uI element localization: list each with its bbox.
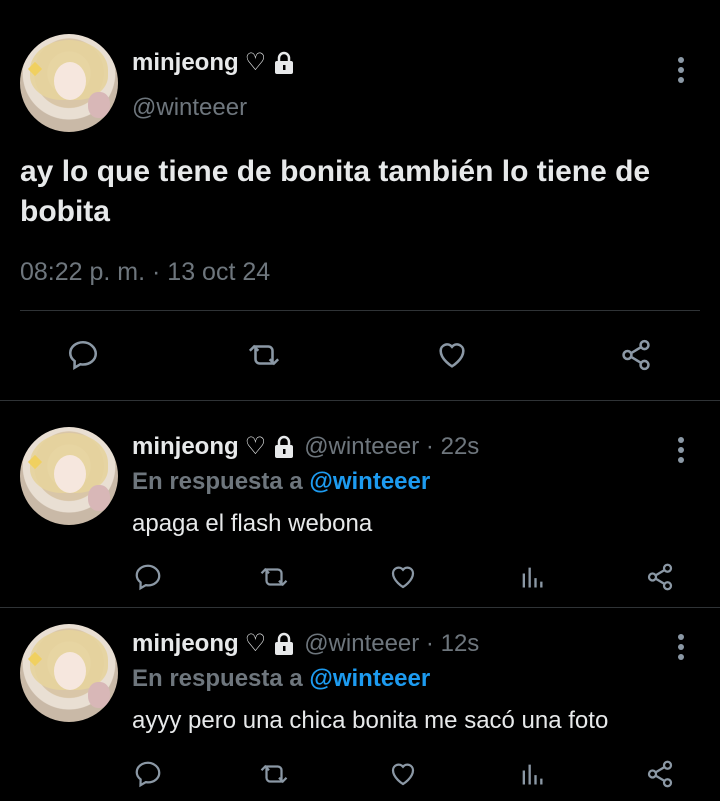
- more-icon[interactable]: [678, 437, 684, 467]
- avatar[interactable]: [20, 624, 118, 722]
- more-icon[interactable]: [678, 57, 684, 87]
- lock-icon: [272, 632, 296, 656]
- author-handle-time[interactable]: @winteeer · 22s: [304, 433, 479, 461]
- avatar-face: [54, 455, 86, 493]
- avatar-bear: [88, 682, 110, 708]
- author-name[interactable]: minjeong: [132, 433, 239, 461]
- share-icon[interactable]: [618, 338, 654, 372]
- reply-prefix: En respuesta a: [132, 468, 303, 495]
- lock-icon: [272, 435, 296, 459]
- like-icon[interactable]: [387, 562, 419, 592]
- more-icon[interactable]: [678, 634, 684, 664]
- tweet-timestamp[interactable]: 08:22 p. m. · 13 oct 24: [20, 258, 270, 287]
- heart-symbol: ♡: [244, 49, 267, 76]
- tweet-text: ay lo que tiene de bonita también lo tie…: [20, 155, 651, 228]
- divider: [20, 310, 700, 311]
- reply-context: En respuesta a @winteeer: [132, 665, 430, 693]
- author-row: minjeong ♡: [132, 48, 296, 77]
- author-name[interactable]: minjeong: [132, 49, 239, 77]
- avatar-face: [54, 62, 86, 100]
- retweet-icon[interactable]: [258, 759, 290, 789]
- like-icon[interactable]: [434, 338, 470, 372]
- like-icon[interactable]: [387, 759, 419, 789]
- author-name[interactable]: minjeong: [132, 630, 239, 658]
- reply-header: minjeong ♡ @winteeer · 22s: [132, 432, 479, 461]
- reply-prefix: En respuesta a: [132, 665, 303, 692]
- avatar[interactable]: [20, 34, 118, 132]
- avatar-bear: [88, 485, 110, 511]
- comment-icon[interactable]: [133, 759, 163, 789]
- analytics-icon[interactable]: [518, 562, 546, 592]
- retweet-icon[interactable]: [246, 338, 282, 372]
- avatar[interactable]: [20, 427, 118, 525]
- retweet-icon[interactable]: [258, 562, 290, 592]
- reply-to-link[interactable]: @winteeer: [309, 468, 430, 495]
- reply-text: apaga el flash webona: [132, 510, 373, 537]
- reply-text: ayyy pero una chica bonita me sacó una f…: [132, 707, 609, 734]
- author-handle-time[interactable]: @winteeer · 12s: [304, 630, 479, 658]
- reply-to-link[interactable]: @winteeer: [309, 665, 430, 692]
- lock-icon: [272, 51, 296, 75]
- reply-header: minjeong ♡ @winteeer · 12s: [132, 629, 479, 658]
- heart-symbol: ♡: [244, 433, 267, 460]
- avatar-bear: [88, 92, 110, 118]
- share-icon[interactable]: [644, 562, 676, 592]
- divider: [0, 400, 720, 401]
- comment-icon[interactable]: [66, 338, 100, 372]
- share-icon[interactable]: [644, 759, 676, 789]
- reply-context: En respuesta a @winteeer: [132, 468, 430, 496]
- divider: [0, 607, 720, 608]
- heart-symbol: ♡: [244, 630, 267, 657]
- author-handle[interactable]: @winteeer: [132, 94, 247, 122]
- avatar-face: [54, 652, 86, 690]
- comment-icon[interactable]: [133, 562, 163, 592]
- analytics-icon[interactable]: [518, 759, 546, 789]
